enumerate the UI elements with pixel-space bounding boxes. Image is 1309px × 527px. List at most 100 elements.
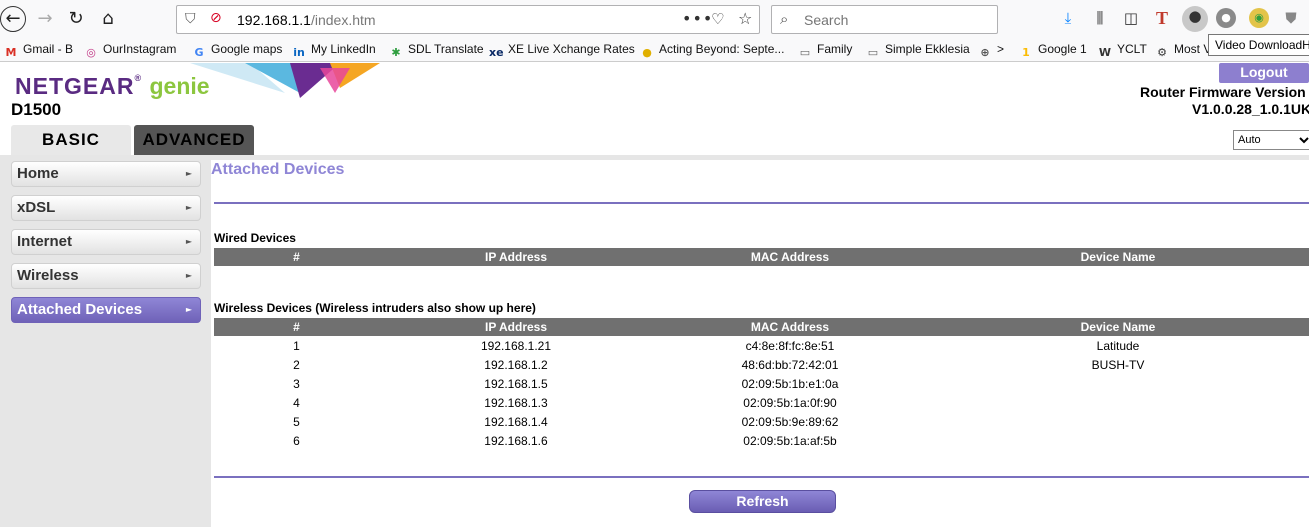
video-downloadhelper-icon[interactable]: ● <box>1182 6 1208 32</box>
bookmark-item[interactable]: G Google maps <box>192 42 282 60</box>
wireless-devices-table: # IP Address MAC Address Device Name 1 19… <box>214 318 1309 450</box>
bookmark-item[interactable]: W YCLT <box>1098 42 1147 60</box>
page-actions-icon[interactable]: ••• <box>682 9 713 28</box>
firmware-label: Router Firmware Version <box>1140 84 1306 100</box>
divider <box>214 202 1309 204</box>
search-bar[interactable]: ⌕ <box>771 5 998 34</box>
cell-mac-address: 02:09:5b:9e:89:62 <box>741 414 839 429</box>
brand-reg-mark: ® <box>134 73 143 83</box>
wired-devices-table: # IP Address MAC Address Device Name <box>214 248 1309 266</box>
bookmark-item[interactable]: ● Acting Beyond: Septe... <box>640 42 784 60</box>
sidebar-item-xdsl[interactable]: xDSL ► <box>11 195 201 221</box>
tab-advanced[interactable]: ADVANCED <box>134 125 254 155</box>
bookmark-label: SDL Translate <box>408 42 484 56</box>
column-header-number: # <box>214 248 379 266</box>
google-icon: G <box>194 46 204 59</box>
bookmark-item[interactable]: ✱ SDL Translate <box>389 42 484 60</box>
bookmark-label: Acting Beyond: Septe... <box>659 42 785 56</box>
search-icon: ⌕ <box>780 10 789 28</box>
bookmark-label: Simple Ekklesia <box>885 42 970 56</box>
bookmark-label: YCLT <box>1117 42 1147 56</box>
sidebar-item-home[interactable]: Home ► <box>11 161 201 187</box>
sidebar-toggle-icon[interactable]: ◫ <box>1121 8 1141 28</box>
column-header-number: # <box>214 318 379 336</box>
bookmark-item[interactable]: M Gmail - B <box>4 42 74 60</box>
table-row: 2 192.168.1.2 48:6d:bb:72:42:01 BUSH-TV <box>214 355 1309 374</box>
bookmark-item[interactable]: xe XE Live Xchange Rates <box>489 42 635 60</box>
home-button[interactable]: ⌂ <box>95 6 121 32</box>
tracking-shield-icon[interactable]: ⛉ <box>185 11 196 27</box>
table-header-row: # IP Address MAC Address Device Name <box>214 248 1309 266</box>
browser-toolbar: ← → ↻ ⌂ ⛉ ⊘ 192.168.1.1/index.htm ••• ♡ … <box>0 0 1309 38</box>
column-header-device-name: Device Name <box>927 318 1309 336</box>
search-input[interactable] <box>802 10 982 30</box>
brand-name: NETGEAR <box>15 73 135 99</box>
cell-ip-address: 192.168.1.21 <box>480 338 552 353</box>
bookmark-item[interactable]: ⚙ Most V <box>1155 42 1211 60</box>
bookmark-item[interactable]: ▭ Family <box>798 42 853 60</box>
back-button[interactable]: ← <box>0 6 26 32</box>
table-row: 3 192.168.1.5 02:09:5b:1b:e1:0a <box>214 374 1309 393</box>
bookmark-label: Google maps <box>211 42 283 56</box>
bookmark-item[interactable]: ◎ OurInstagram <box>84 42 176 60</box>
sidebar-item-internet[interactable]: Internet ► <box>11 229 201 255</box>
downloads-icon[interactable]: ⤓ <box>1058 8 1078 28</box>
yclt-icon: W <box>1098 46 1112 59</box>
sidebar-item-label: Home <box>17 165 59 182</box>
bookmark-item[interactable]: ⊕ > <box>978 42 1004 60</box>
extension-globe-icon[interactable]: ◉ <box>1249 8 1269 28</box>
reload-button[interactable]: ↻ <box>63 6 89 32</box>
bookmark-item[interactable]: ▭ Simple Ekklesia <box>866 42 970 60</box>
chevron-right-icon: ► <box>185 305 192 314</box>
cell-device-name <box>927 374 1309 393</box>
extension-shield-icon[interactable]: ⛊ <box>1281 8 1301 28</box>
language-select[interactable]: Auto <box>1233 130 1309 150</box>
globe-icon: ⊕ <box>980 46 990 59</box>
library-icon[interactable]: ⫼ <box>1090 8 1110 28</box>
extension-t-icon[interactable]: T <box>1152 8 1172 28</box>
forward-button[interactable]: → <box>32 6 58 32</box>
tooltip: Video DownloadHelper <box>1208 34 1309 56</box>
url-bar[interactable]: ⛉ ⊘ 192.168.1.1/index.htm ••• ♡ ☆ <box>176 5 760 34</box>
wired-devices-title: Wired Devices <box>214 231 296 245</box>
bookmark-label: Family <box>817 42 853 56</box>
bookmark-item[interactable]: in My LinkedIn <box>292 42 376 60</box>
sidebar-item-attached-devices[interactable]: Attached Devices ► <box>11 297 201 323</box>
cell-device-name <box>927 412 1309 431</box>
bookmark-label: Most V <box>1174 42 1212 56</box>
refresh-button[interactable]: Refresh <box>689 490 836 513</box>
cell-ip-address: 192.168.1.6 <box>484 433 548 448</box>
bookmark-star-icon[interactable]: ☆ <box>738 9 752 28</box>
cell-mac-address: c4:8e:8f:fc:8e:51 <box>745 338 835 353</box>
cell-ip-address: 192.168.1.3 <box>484 395 548 410</box>
logout-button[interactable]: Logout <box>1219 63 1309 83</box>
cell-number: 6 <box>293 433 300 448</box>
bookmark-label: Gmail - B <box>23 42 74 56</box>
url-path: /index.htm <box>310 12 376 28</box>
cell-ip-address: 192.168.1.5 <box>484 376 548 391</box>
instagram-icon: ◎ <box>86 46 96 59</box>
bookmark-label: > <box>997 42 1005 56</box>
google1-icon: 1 <box>1022 46 1030 59</box>
bookmark-item[interactable]: 1 Google 1 <box>1019 42 1087 60</box>
cell-mac-address: 02:09:5b:1a:0f:90 <box>743 395 837 410</box>
table-header-row: # IP Address MAC Address Device Name <box>214 318 1309 336</box>
table-row: 1 192.168.1.21 c4:8e:8f:fc:8e:51 Latitude <box>214 336 1309 355</box>
acting-icon: ● <box>642 46 652 59</box>
extension-avatar-icon[interactable]: ● <box>1216 8 1236 28</box>
bookmark-label: My LinkedIn <box>311 42 376 56</box>
cell-device-name: Latitude <box>1096 338 1140 353</box>
pocket-icon[interactable]: ♡ <box>711 10 724 28</box>
url-text[interactable]: 192.168.1.1/index.htm <box>237 12 376 28</box>
arrow-left-icon: ← <box>5 8 21 29</box>
tab-basic[interactable]: BASIC <box>11 125 131 155</box>
firmware-version: V1.0.0.28_1.0.1UK <box>1192 101 1309 117</box>
cell-number: 4 <box>293 395 300 410</box>
sidebar-item-label: Attached Devices <box>17 301 143 318</box>
bookmarks-bar: M Gmail - B ◎ OurInstagram G Google maps in My … <box>0 38 1309 62</box>
column-header-ip: IP Address <box>379 248 653 266</box>
sidebar-item-wireless[interactable]: Wireless ► <box>11 263 201 289</box>
cell-number: 1 <box>293 338 300 353</box>
insecure-lock-icon[interactable]: ⊘ <box>210 10 222 26</box>
column-header-ip: IP Address <box>379 318 653 336</box>
